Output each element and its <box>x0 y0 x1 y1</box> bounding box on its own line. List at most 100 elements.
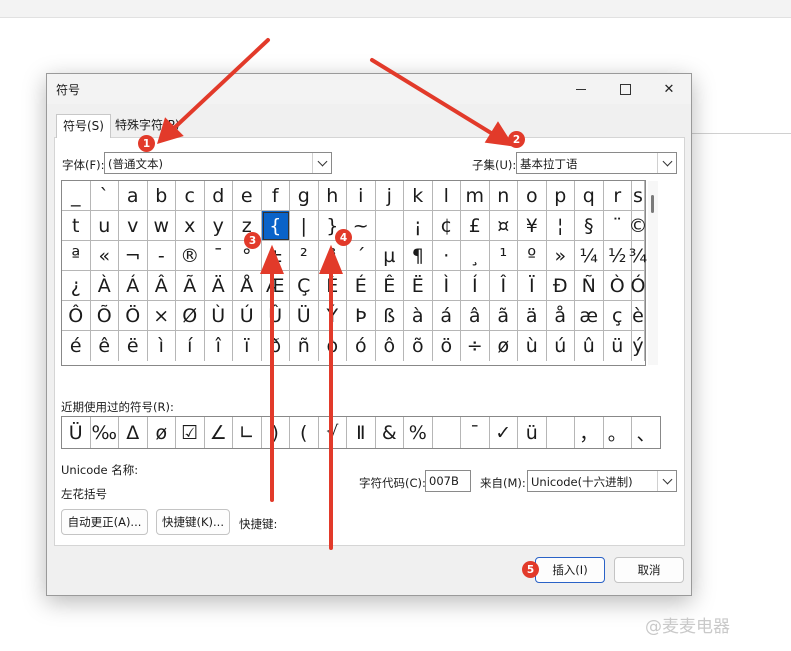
symbol-cell[interactable]: g <box>290 181 319 211</box>
symbol-cell[interactable]: º <box>518 241 547 271</box>
close-button[interactable]: ✕ <box>647 74 691 104</box>
recent-symbol-cell[interactable]: ✓ <box>490 417 518 448</box>
recent-symbol-cell[interactable]: ∟ <box>233 417 262 448</box>
symbol-cell[interactable]: ¢ <box>432 211 461 241</box>
symbol-cell[interactable]: ÷ <box>461 331 490 361</box>
symbol-cell[interactable]: ì <box>148 331 176 361</box>
symbol-cell[interactable]: c <box>176 181 205 211</box>
symbol-cell[interactable]: ½ <box>603 241 632 271</box>
symbol-cell[interactable]: r <box>603 181 632 211</box>
symbol-cell[interactable]: ¸ <box>461 241 490 271</box>
symbol-cell[interactable]: Ù <box>204 301 233 331</box>
symbol-cell[interactable]: é <box>62 331 91 361</box>
symbol-cell[interactable]: d <box>204 181 233 211</box>
recent-symbol-cell[interactable]: ☑ <box>176 417 205 448</box>
symbol-cell[interactable]: À <box>90 271 119 301</box>
symbol-cell[interactable]: ú <box>547 331 575 361</box>
symbol-cell[interactable]: q <box>575 181 604 211</box>
symbol-cell[interactable]: ¹ <box>489 241 518 271</box>
symbol-cell[interactable]: u <box>90 211 119 241</box>
recent-symbol-cell[interactable]: ø <box>148 417 176 448</box>
symbol-cell[interactable]: ¬ <box>119 241 148 271</box>
subset-select[interactable]: 基本拉丁语 <box>516 152 677 174</box>
symbol-cell[interactable]: o <box>518 181 547 211</box>
maximize-button[interactable] <box>603 74 647 104</box>
symbol-cell[interactable]: e <box>233 181 262 211</box>
symbol-cell[interactable]: ¿ <box>62 271 91 301</box>
minimize-button[interactable] <box>559 74 603 104</box>
symbol-cell[interactable]: v <box>119 211 148 241</box>
symbol-cell[interactable]: ® <box>176 241 205 271</box>
symbol-cell[interactable]: ë <box>119 331 148 361</box>
symbol-cell[interactable]: Å <box>233 271 262 301</box>
symbol-grid-scrollbar[interactable] <box>648 181 658 365</box>
symbol-cell[interactable]: Ô <box>62 301 91 331</box>
recent-symbol-cell[interactable]: ( <box>290 417 319 448</box>
symbol-cell[interactable]: ª <box>62 241 91 271</box>
insert-button[interactable]: 插入(I) <box>535 557 605 583</box>
recent-symbol-cell[interactable]: ü <box>518 417 547 448</box>
recent-symbol-cell[interactable]: % <box>404 417 433 448</box>
symbol-cell[interactable]: ¡ <box>404 211 433 241</box>
symbol-cell[interactable]: Ð <box>546 271 575 301</box>
symbol-cell[interactable]: í <box>176 331 205 361</box>
symbol-cell[interactable]: h <box>318 181 347 211</box>
symbol-cell[interactable]: â <box>461 301 490 331</box>
from-select[interactable]: Unicode(十六进制) <box>527 470 677 492</box>
recent-symbol-cell[interactable]: 、 <box>632 417 660 448</box>
symbol-cell[interactable]: É <box>347 271 376 301</box>
symbol-cell[interactable]: p <box>546 181 575 211</box>
symbol-cell[interactable]: µ <box>375 241 404 271</box>
scrollbar-thumb[interactable] <box>651 195 654 213</box>
recent-symbol-cell[interactable]: Ⅱ <box>347 417 376 448</box>
symbol-cell[interactable]: ü <box>604 331 632 361</box>
symbol-cell[interactable]: ¶ <box>404 241 433 271</box>
symbol-cell[interactable]: ´ <box>347 241 376 271</box>
symbol-cell[interactable]: Æ <box>261 271 290 301</box>
recent-symbol-cell[interactable]: √ <box>319 417 347 448</box>
symbol-cell[interactable]: ñ <box>290 331 319 361</box>
symbol-cell[interactable]: Â <box>147 271 176 301</box>
symbol-cell[interactable]: · <box>432 241 461 271</box>
symbol-cell[interactable]: « <box>90 241 119 271</box>
symbol-cell[interactable]: Ö <box>119 301 148 331</box>
symbol-cell[interactable]: Ú <box>233 301 262 331</box>
symbol-cell[interactable]: n <box>489 181 518 211</box>
symbol-cell[interactable]: Õ <box>90 301 119 331</box>
recent-symbol-cell[interactable]: ¯ <box>461 417 490 448</box>
cancel-button[interactable]: 取消 <box>614 557 684 583</box>
symbol-cell[interactable]: Ç <box>290 271 319 301</box>
symbol-cell[interactable]: m <box>461 181 490 211</box>
symbol-cell[interactable]: Ý <box>318 301 347 331</box>
symbol-cell[interactable]: õ <box>404 331 433 361</box>
recent-symbol-cell[interactable]: ‰ <box>91 417 119 448</box>
symbol-cell[interactable]: ò <box>319 331 347 361</box>
symbol-cell[interactable]: f <box>261 181 290 211</box>
symbol-cell[interactable]: ç <box>603 301 632 331</box>
symbol-cell[interactable]: § <box>575 211 604 241</box>
symbol-cell[interactable]: t <box>62 211 91 241</box>
symbol-cell[interactable]: Ë <box>404 271 433 301</box>
symbol-cell[interactable]: Ã <box>176 271 205 301</box>
symbol-cell[interactable]: x <box>176 211 205 241</box>
recent-symbol-cell[interactable]: ) <box>262 417 290 448</box>
symbol-cell[interactable]: Ü <box>290 301 319 331</box>
symbol-cell[interactable]: l <box>432 181 461 211</box>
symbol-cell[interactable]: ø <box>490 331 518 361</box>
tab-symbols[interactable]: 符号(S) <box>56 114 111 138</box>
recent-symbol-cell[interactable]: Ü <box>62 417 91 448</box>
symbol-cell[interactable]: Ñ <box>575 271 604 301</box>
symbol-cell[interactable]: ä <box>518 301 547 331</box>
symbol-cell[interactable]: s <box>632 181 645 211</box>
recent-symbol-cell[interactable]: Δ <box>119 417 148 448</box>
symbol-cell[interactable]: £ <box>461 211 490 241</box>
tab-special-characters[interactable]: 特殊字符(P) <box>109 114 186 136</box>
font-select[interactable]: (普通文本) <box>104 152 332 174</box>
symbol-cell[interactable]: i <box>347 181 376 211</box>
symbol-cell[interactable]: á <box>432 301 461 331</box>
symbol-cell[interactable]: Ó <box>631 271 645 301</box>
symbol-cell[interactable]: ô <box>376 331 404 361</box>
symbol-cell[interactable]: Ø <box>176 301 205 331</box>
symbol-cell[interactable]: Ê <box>375 271 404 301</box>
symbol-cell[interactable]: { <box>261 211 290 241</box>
